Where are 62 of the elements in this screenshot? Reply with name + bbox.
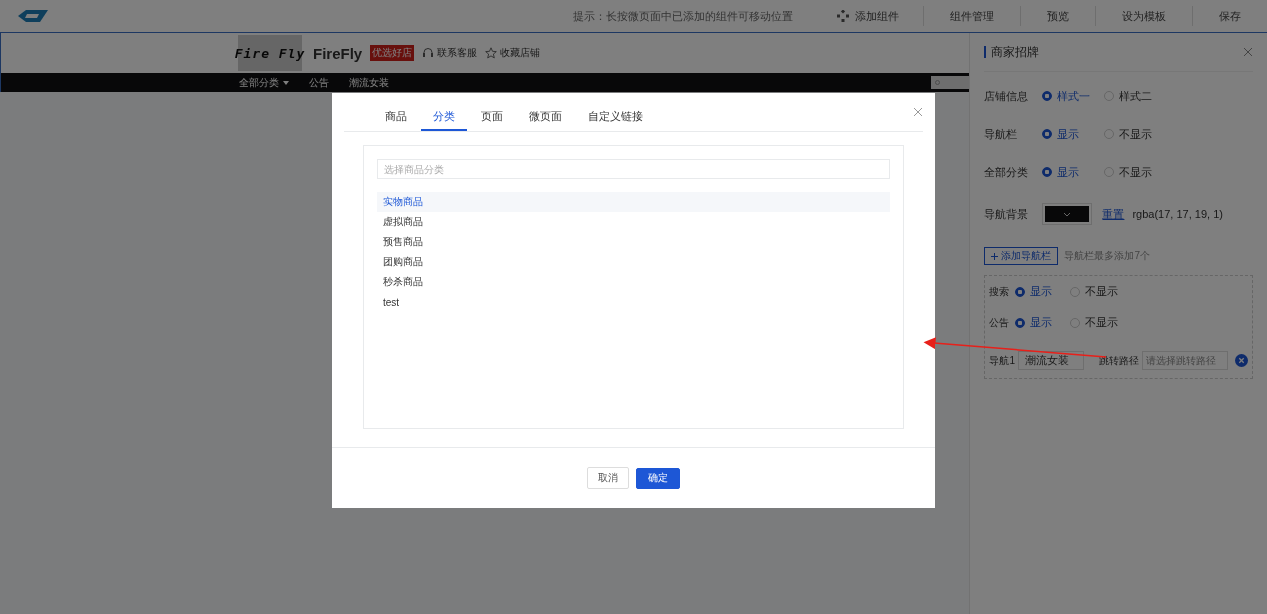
radio-option[interactable]: 显示 [1015,284,1071,299]
components-icon [837,10,849,22]
headset-icon [422,47,435,59]
store-link[interactable]: 收藏店铺 [485,46,541,60]
tab[interactable]: 微页面 [517,109,574,131]
category-item[interactable]: 虚拟商品 [377,212,890,232]
panel-title: 商家招牌 [991,43,1040,61]
toolbar-button[interactable]: 预览 [1020,6,1095,26]
delete-icon[interactable] [1235,354,1248,367]
close-icon[interactable] [1243,47,1253,57]
plus-icon [991,252,999,260]
radio-option[interactable]: 不显示 [1070,315,1126,330]
toolbar-button[interactable]: 添加组件 [811,6,923,26]
category-item[interactable]: 实物商品 [377,192,890,212]
close-icon[interactable] [913,107,923,117]
radio-option[interactable]: 显示 [1015,315,1071,330]
category-item[interactable]: test [377,292,890,312]
toolbar-button[interactable]: 设为模板 [1095,6,1192,26]
cancel-button[interactable]: 取消 [587,467,629,489]
tab[interactable]: 自定义链接 [576,109,655,131]
store-name: FireFly [313,44,363,62]
radio-option[interactable]: 样式二 [1104,88,1167,104]
setting-label: 公告 [989,315,1011,330]
store-link[interactable]: 联系客服 [422,46,478,60]
radio-option[interactable]: 显示 [1042,164,1105,180]
star-icon [485,47,498,59]
color-value: rgba(17, 17, 19, 1) [1132,208,1223,220]
logo-icon [18,10,48,22]
store-badge: 优选好店 [370,45,415,61]
toolbar-button[interactable]: 保存 [1192,6,1267,26]
add-nav-button[interactable]: 添加导航栏 [984,247,1059,265]
setting-label: 全部分类 [984,164,1030,180]
radio-option[interactable]: 不显示 [1070,284,1126,299]
setting-label: 导航背景 [984,206,1030,222]
search-icon [935,79,942,86]
confirm-button[interactable]: 确定 [636,467,680,489]
nav-item[interactable]: 公告 [309,75,329,90]
setting-label: 导航栏 [984,126,1019,142]
reset-link[interactable]: 重置 [1102,206,1125,222]
tab[interactable]: 页面 [469,109,515,131]
nav-name-field[interactable]: 潮流女装 [1018,351,1084,370]
setting-label: 店铺信息 [984,88,1030,104]
path-label: 跳转路径 [1099,353,1139,368]
color-picker[interactable] [1042,203,1093,225]
category-item[interactable]: 预售商品 [377,232,890,252]
nav-item[interactable]: 全部分类 [239,75,289,90]
tab[interactable]: 分类 [421,109,467,131]
radio-option[interactable]: 显示 [1042,126,1105,142]
nav-label: 导航1 [989,353,1015,368]
nav-item[interactable]: 潮流女装 [349,75,389,90]
toolbar-button[interactable]: 组件管理 [923,6,1020,26]
category-item[interactable]: 秒杀商品 [377,272,890,292]
radio-option[interactable]: 样式一 [1042,88,1105,104]
category-search-field[interactable]: 选择商品分类 [377,159,890,179]
category-item[interactable]: 团购商品 [377,252,890,272]
hint-text: 提示：长按微页面中已添加的组件可移动位置 [573,8,793,24]
setting-label: 搜索 [989,284,1011,299]
chevron-down-icon [1063,211,1072,217]
radio-option[interactable]: 不显示 [1104,126,1167,142]
radio-option[interactable]: 不显示 [1104,164,1167,180]
tab[interactable]: 商品 [373,109,419,131]
search-field[interactable] [931,76,970,89]
